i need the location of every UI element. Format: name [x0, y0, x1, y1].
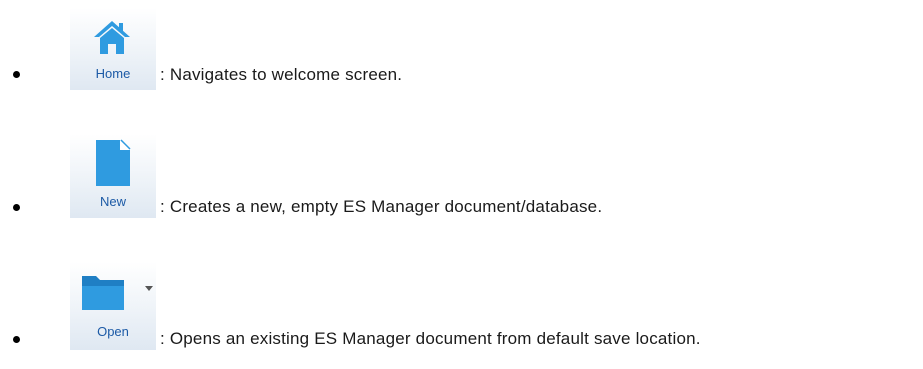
- open-folder-icon: [82, 276, 124, 310]
- list-item-open: Open : Opens an existing ES Manager docu…: [0, 240, 923, 369]
- bullet: [13, 71, 20, 78]
- home-button[interactable]: Home: [70, 8, 156, 90]
- list-item-home: Home : Navigates to welcome screen.: [0, 0, 923, 110]
- chevron-down-icon[interactable]: [144, 284, 154, 292]
- bullet: [13, 204, 20, 211]
- list-item-new: New : Creates a new, empty ES Manager do…: [0, 110, 923, 240]
- new-description: : Creates a new, empty ES Manager docume…: [160, 197, 603, 216]
- open-label: Open: [97, 324, 129, 339]
- new-button[interactable]: New: [70, 134, 156, 218]
- open-button[interactable]: Open: [70, 262, 156, 350]
- new-label: New: [99, 194, 126, 209]
- new-document-icon: [96, 139, 131, 186]
- home-label: Home: [95, 66, 131, 81]
- open-description: : Opens an existing ES Manager document …: [160, 329, 701, 348]
- home-icon: [94, 21, 130, 54]
- bullet: [13, 336, 20, 343]
- home-description: : Navigates to welcome screen.: [160, 65, 403, 84]
